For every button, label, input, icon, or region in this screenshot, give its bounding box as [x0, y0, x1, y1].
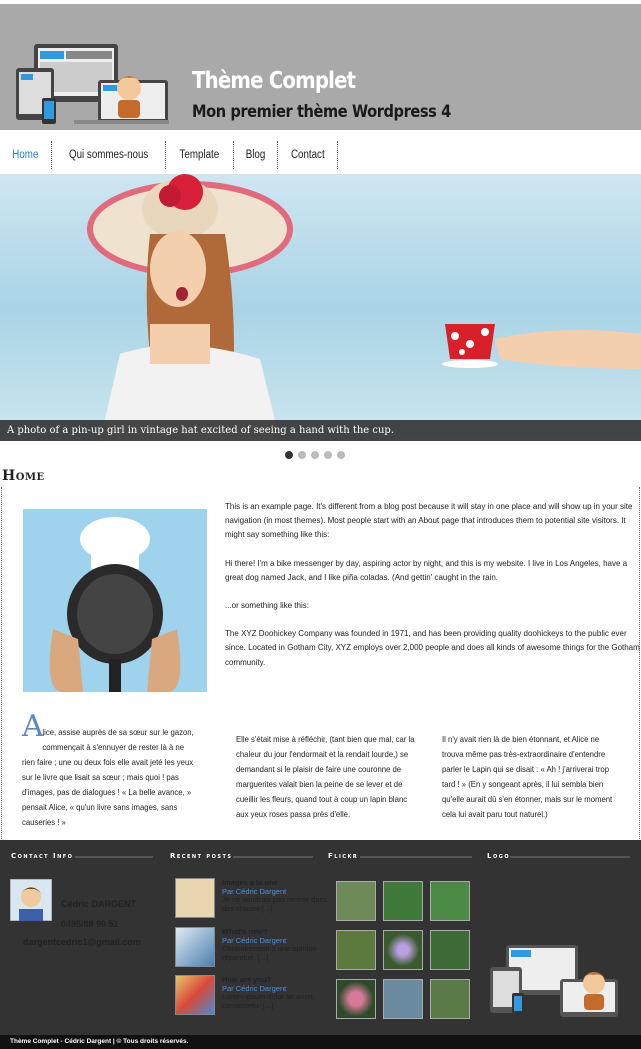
post-title[interactable]: Images à la une	[222, 878, 278, 887]
recent-post-item[interactable]: What's new? Par Cédric Dargent Contraire…	[175, 927, 325, 969]
intro-paragraph: ...or something like this:	[225, 600, 309, 611]
slide-image	[87, 174, 641, 441]
slider-dot[interactable]	[285, 451, 293, 459]
slider-pagination	[285, 451, 345, 459]
footer-heading-contact: Contact Info	[11, 852, 74, 860]
intro-paragraph: This is an example page. It's different …	[225, 501, 633, 540]
slider-dot[interactable]	[324, 451, 332, 459]
post-thumbnail[interactable]	[175, 878, 215, 918]
text-column-2: Elle s'était mise à réfléchir, (tant bie…	[236, 732, 436, 822]
recent-post-item[interactable]: Images à la une Par Cédric Dargent Je ne…	[175, 878, 327, 920]
post-title[interactable]: How are you?	[222, 975, 271, 984]
heading-divider	[510, 856, 630, 858]
intro-paragraph: Hi there! I'm a bike messenger by day, a…	[225, 557, 628, 582]
flickr-thumbnail[interactable]	[383, 979, 423, 1019]
slide-caption: A photo of a pin-up girl in vintage hat …	[0, 420, 641, 441]
intro-paragraph: The XYZ Doohickey Company was founded in…	[225, 628, 640, 667]
flickr-thumbnail[interactable]	[336, 979, 376, 1019]
nav-item-template[interactable]: Template	[166, 141, 234, 169]
footer-logo[interactable]	[488, 943, 619, 1021]
avatar	[10, 879, 52, 921]
flickr-thumbnail[interactable]	[383, 881, 423, 921]
text-column-3: Il n'y avait rien là de bien étonnant, e…	[442, 732, 641, 822]
page-title: Home	[2, 468, 45, 484]
nav-item-blog[interactable]: Blog	[234, 141, 278, 169]
footer-heading-recent: Recent posts	[170, 852, 233, 860]
flickr-thumbnail[interactable]	[336, 930, 376, 970]
nav-label: Home	[12, 149, 39, 161]
column-text: Elle s'était mise à réfléchir, (tant bie…	[236, 734, 415, 819]
heading-divider	[75, 856, 153, 858]
copyright-bar: Thème Complet - Cédric Dargent | © Tous …	[0, 1035, 641, 1049]
post-excerpt: Lorem ipsum dolor sit amet, consectetur …	[222, 992, 315, 1010]
post-title[interactable]: What's new?	[222, 927, 268, 936]
flickr-thumbnail[interactable]	[336, 881, 376, 921]
contact-name: Cédric DARGENT	[61, 899, 137, 909]
nav-label: Contact	[290, 149, 325, 161]
site-description: Mon premier thème Wordpress 4	[192, 102, 451, 122]
site-title[interactable]: Thème Complet	[192, 68, 356, 94]
image-slider[interactable]: A photo of a pin-up girl in vintage hat …	[0, 174, 641, 441]
main-nav: Home Qui sommes-nous Template Blog Conta…	[0, 141, 339, 169]
flickr-thumbnail[interactable]	[430, 979, 470, 1019]
recent-post-item[interactable]: How are you? Par Cédric Dargent Lorem ip…	[175, 975, 325, 1017]
flickr-thumbnail[interactable]	[383, 930, 423, 970]
nav-item-contact[interactable]: Contact	[278, 141, 339, 169]
flickr-thumbnail[interactable]	[430, 881, 470, 921]
site-header: Thème Complet Mon premier thème Wordpres…	[0, 4, 641, 130]
footer-heading-flickr: Flickr	[328, 852, 359, 860]
nav-label: Blog	[245, 149, 265, 161]
text-column-1: A lice, assise auprès de sa sœur sur le …	[22, 712, 218, 830]
nav-label: Qui sommes-nous	[68, 149, 149, 161]
column-text: Il n'y avait rien là de bien étonnant, e…	[442, 734, 613, 819]
slider-dot[interactable]	[337, 451, 345, 459]
post-excerpt: Contrairement à une opinion répandue, [.…	[222, 944, 317, 962]
contact-phone: 0495/88 90 51	[61, 919, 119, 929]
slider-dot[interactable]	[311, 451, 319, 459]
footer-heading-logo: Logo	[487, 852, 511, 860]
nav-label: Template	[179, 149, 220, 161]
heading-divider	[233, 856, 313, 858]
nav-item-home[interactable]: Home	[0, 141, 52, 169]
contact-email[interactable]: dargentcedric1@gmail.com	[23, 937, 141, 947]
heading-divider	[360, 856, 472, 858]
post-thumbnail[interactable]	[175, 975, 215, 1015]
post-excerpt: Je ne voudrais pas rentrer dans des chos…	[222, 895, 328, 913]
slider-dot[interactable]	[298, 451, 306, 459]
flickr-thumbnail[interactable]	[430, 930, 470, 970]
responsive-devices-logo[interactable]	[14, 40, 169, 128]
chef-image	[23, 509, 207, 692]
column-text: lice, assise auprès de sa sœur sur le ga…	[22, 727, 194, 827]
intro-text: This is an example page. It's different …	[225, 499, 640, 683]
post-thumbnail[interactable]	[175, 927, 215, 967]
nav-item-qui-sommes-nous[interactable]: Qui sommes-nous	[52, 141, 166, 169]
